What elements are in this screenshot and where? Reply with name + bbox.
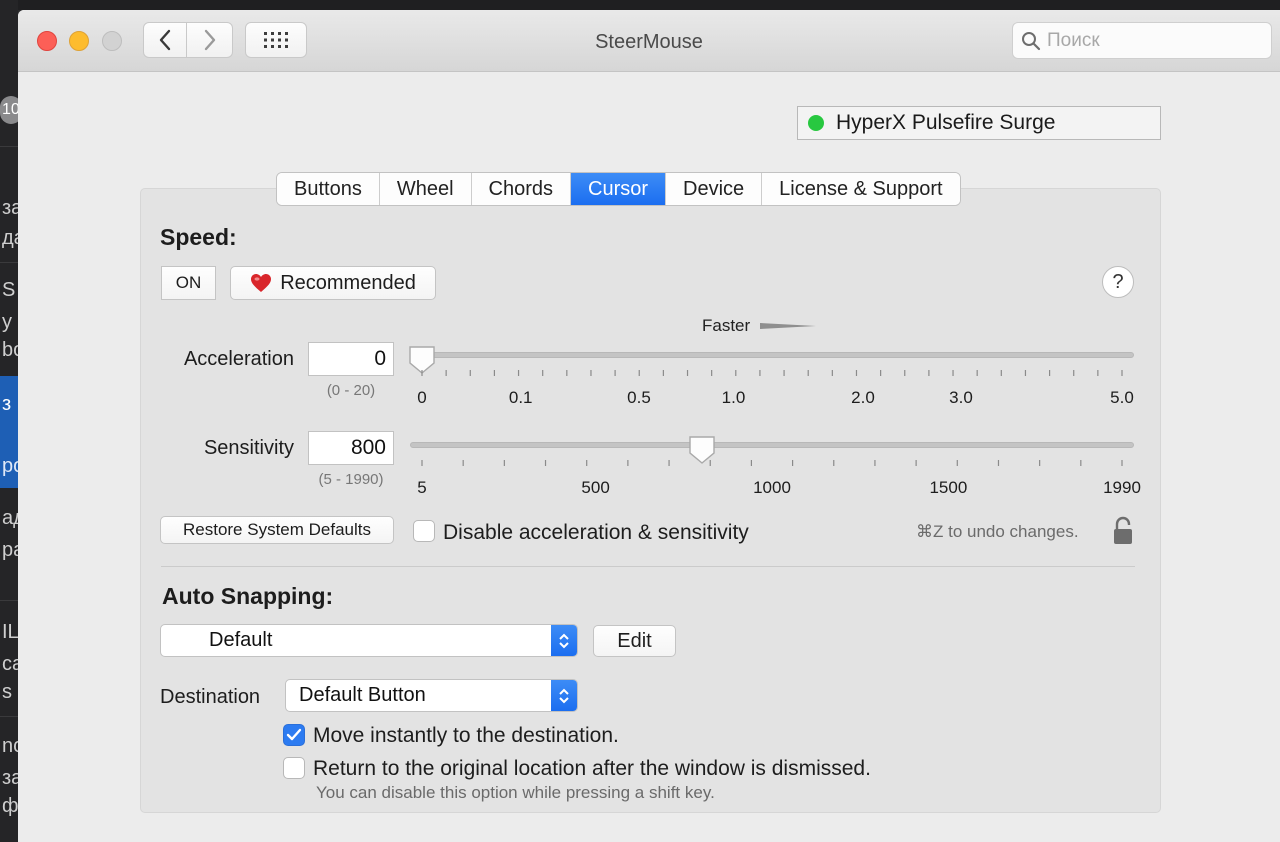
- background-text: за: [2, 197, 18, 219]
- undo-hint: ⌘Z to undo changes.: [916, 522, 1079, 541]
- auto-snapping-popup[interactable]: Default: [160, 624, 578, 657]
- device-status-dot: [808, 115, 824, 131]
- device-selector[interactable]: HyperX Pulsefire Surge: [797, 106, 1161, 140]
- background-divider: [0, 600, 18, 601]
- acceleration-range-hint: (0 - 20): [326, 382, 376, 399]
- slider-tick-label: 1500: [929, 478, 968, 497]
- faster-arrow-icon: [760, 323, 816, 329]
- destination-popup[interactable]: Default Button: [285, 679, 578, 712]
- slider-tick-label: 1990: [1103, 478, 1141, 497]
- auto-snapping-selected: Default: [209, 629, 273, 651]
- faster-label: Faster: [702, 316, 751, 335]
- acceleration-field[interactable]: 0: [308, 342, 394, 376]
- tab-cursor[interactable]: Cursor: [571, 173, 667, 205]
- slider-tick-label: 2.0: [851, 388, 875, 407]
- return-location-hint: You can disable this option while pressi…: [316, 783, 715, 802]
- background-text: nc: [2, 735, 18, 757]
- help-button[interactable]: ?: [1102, 266, 1134, 298]
- recommended-button[interactable]: Recommended: [230, 266, 436, 300]
- background-app-sidebar: 10 за да S у bo з ро ад ра IL са s nc за…: [0, 0, 18, 842]
- slider-tick-label: 500: [581, 478, 610, 497]
- background-divider: [0, 146, 18, 147]
- checkmark-icon: [286, 728, 302, 741]
- slider-tick-label: 0.1: [508, 388, 533, 407]
- background-menubar: [0, 0, 1280, 10]
- background-text: bo: [2, 339, 18, 361]
- sensitivity-slider-track[interactable]: [410, 442, 1134, 448]
- slider-tick-label: 0: [417, 388, 427, 407]
- sensitivity-range-hint: (5 - 1990): [318, 471, 384, 488]
- unlocked-lock-icon[interactable]: [1112, 516, 1134, 546]
- background-text: ра: [2, 539, 18, 561]
- background-text: s: [2, 681, 12, 703]
- tab-device[interactable]: Device: [666, 173, 763, 205]
- background-text: IL: [2, 621, 18, 643]
- return-location-checkbox[interactable]: [283, 757, 305, 779]
- acceleration-slider-track[interactable]: [410, 352, 1134, 358]
- acceleration-ticks: [421, 370, 1123, 376]
- background-text: ад: [2, 507, 18, 529]
- slider-tick-label: 1.0: [721, 388, 746, 407]
- sensitivity-ticks: [421, 460, 1123, 466]
- background-divider: [0, 716, 18, 717]
- background-text: са: [2, 653, 18, 675]
- device-name: HyperX Pulsefire Surge: [836, 111, 1056, 134]
- heart-icon: [251, 274, 272, 292]
- background-text: у: [2, 311, 12, 333]
- slider-tick-label: 1000: [753, 478, 791, 497]
- background-text: да: [2, 227, 18, 249]
- search-icon: [1022, 31, 1041, 50]
- edit-snapping-button[interactable]: Edit: [593, 625, 676, 657]
- move-instantly-label: Move instantly to the destination.: [313, 724, 619, 747]
- title-bar: SteerMouse: [18, 10, 1280, 72]
- destination-selected: Default Button: [299, 684, 426, 706]
- disable-acceleration-label: Disable acceleration & sensitivity: [443, 521, 749, 544]
- background-text: за: [2, 767, 18, 789]
- tab-license-support[interactable]: License & Support: [762, 173, 960, 205]
- disable-acceleration-checkbox[interactable]: [413, 520, 435, 542]
- popup-arrows-icon: [551, 625, 577, 656]
- sensitivity-field[interactable]: 800: [308, 431, 394, 465]
- acceleration-label: Acceleration: [183, 348, 294, 370]
- slider-tick-label: 5.0: [1110, 388, 1134, 407]
- background-divider: [0, 262, 18, 263]
- destination-label: Destination: [160, 686, 261, 708]
- return-location-label: Return to the original location after th…: [313, 757, 871, 780]
- slider-tick-label: 0.5: [627, 388, 651, 407]
- background-badge: 10: [0, 96, 18, 124]
- recommended-label: Recommended: [280, 271, 416, 294]
- tab-buttons[interactable]: Buttons: [277, 173, 380, 205]
- search-input[interactable]: [1047, 29, 1257, 52]
- speed-on-toggle[interactable]: ON: [161, 266, 216, 300]
- slider-tick-label: 5: [417, 478, 427, 497]
- restore-system-defaults-button[interactable]: Restore System Defaults: [160, 516, 394, 544]
- background-text: ро: [2, 455, 18, 477]
- background-text: ф: [2, 795, 18, 817]
- slider-tick-label: 3.0: [949, 388, 973, 407]
- tab-wheel[interactable]: Wheel: [379, 173, 472, 205]
- search-field[interactable]: [1012, 22, 1272, 59]
- popup-arrows-icon: [551, 680, 577, 711]
- tab-bar: Buttons Wheel Chords Cursor Device Licen…: [276, 172, 961, 206]
- sensitivity-label: Sensitivity: [203, 437, 294, 459]
- speed-heading: Speed:: [160, 224, 237, 250]
- background-text: S: [2, 279, 16, 301]
- steermouse-window: SteerMouse HyperX Pulsefire Surge Button…: [18, 10, 1280, 842]
- move-instantly-checkbox[interactable]: [283, 724, 305, 746]
- auto-snapping-heading: Auto Snapping:: [162, 583, 334, 609]
- tab-chords[interactable]: Chords: [471, 173, 572, 205]
- background-text: з: [2, 393, 12, 415]
- section-divider: [161, 566, 1135, 567]
